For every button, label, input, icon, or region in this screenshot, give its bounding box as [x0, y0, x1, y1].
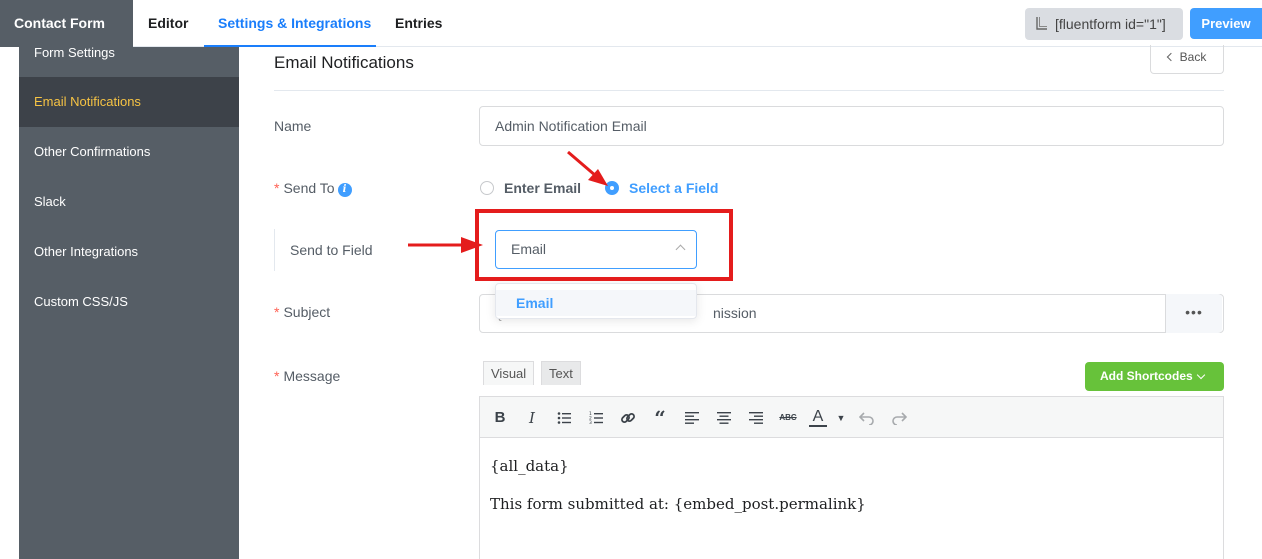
dropdown-option-email[interactable]: Email	[496, 290, 696, 316]
strikethrough-icon[interactable]: ABC	[777, 407, 799, 429]
info-icon[interactable]: i	[337, 183, 352, 197]
subject-label-text: Subject	[283, 304, 331, 320]
redo-icon[interactable]	[888, 407, 910, 429]
link-icon[interactable]	[617, 407, 639, 429]
message-editor[interactable]: B I 123 “ ABC A ▼ {all_data} This form s…	[479, 396, 1224, 559]
title-divider	[274, 90, 1224, 91]
send-to-label-text: Send To	[283, 180, 335, 196]
send-to-field-label: Send to Field	[290, 242, 373, 258]
subject-input-value: nission	[713, 305, 757, 321]
radio-select-field[interactable]: Select a Field	[605, 180, 718, 196]
chevron-down-icon	[1196, 370, 1206, 380]
radio-circle-icon	[480, 181, 494, 195]
required-marker: *	[274, 368, 280, 384]
editor-tab-visual[interactable]: Visual	[483, 361, 535, 385]
bullet-list-icon[interactable]	[553, 407, 575, 429]
undo-icon[interactable]	[856, 407, 878, 429]
add-shortcodes-label: Add Shortcodes	[1100, 369, 1193, 383]
bold-icon[interactable]: B	[489, 407, 511, 429]
send-to-field-select[interactable]: Email	[495, 230, 697, 269]
svg-text:3: 3	[589, 420, 592, 425]
radio-enter-email[interactable]: Enter Email	[480, 180, 581, 196]
radio-select-field-label: Select a Field	[629, 180, 719, 196]
sidebar-item-email-notifications[interactable]: Email Notifications	[19, 77, 239, 127]
add-shortcodes-button[interactable]: Add Shortcodes	[1085, 362, 1224, 391]
subject-label: * Subject	[274, 304, 330, 320]
sidebar-item-custom-css-js[interactable]: Custom CSS/JS	[19, 277, 239, 327]
align-center-icon[interactable]	[713, 407, 735, 429]
back-label: Back	[1179, 50, 1207, 64]
preview-button[interactable]: Preview	[1190, 8, 1262, 39]
shortcode-copy-button[interactable]: [fluentform id="1"]	[1025, 8, 1183, 40]
editor-toolbar: B I 123 “ ABC A ▼	[480, 397, 1223, 438]
message-label: * Message	[274, 368, 340, 384]
settings-sidebar: Form Settings Email Notifications Other …	[19, 45, 239, 559]
required-marker: *	[274, 180, 280, 196]
name-input-value: Admin Notification Email	[495, 118, 647, 134]
radio-checked-icon	[605, 181, 619, 195]
send-to-label: * Send To i	[274, 180, 352, 197]
send-to-field-value: Email	[511, 241, 547, 257]
sidebar-item-other-confirmations[interactable]: Other Confirmations	[19, 127, 239, 177]
chevron-left-icon	[1166, 52, 1175, 62]
message-label-text: Message	[283, 368, 341, 384]
main-panel: Email Notifications Back Name Admin Noti…	[239, 45, 1262, 559]
back-button[interactable]: Back	[1150, 45, 1224, 74]
left-gutter	[0, 47, 19, 559]
tab-entries[interactable]: Entries	[395, 0, 442, 47]
editor-content[interactable]: {all_data} This form submitted at: {embe…	[490, 457, 866, 533]
editor-line: This form submitted at: {embed_post.perm…	[490, 495, 866, 513]
text-color-icon[interactable]: A	[809, 407, 827, 427]
copy-icon	[1036, 17, 1047, 30]
blockquote-icon[interactable]: “	[649, 407, 671, 429]
sidebar-item-other-integrations[interactable]: Other Integrations	[19, 227, 239, 277]
required-marker: *	[274, 304, 280, 320]
align-right-icon[interactable]	[745, 407, 767, 429]
radio-enter-email-label: Enter Email	[504, 180, 582, 196]
sidebar-item-form-settings[interactable]: Form Settings	[19, 28, 239, 78]
name-label: Name	[274, 118, 312, 134]
page-title: Email Notifications	[274, 53, 414, 72]
editor-tab-text[interactable]: Text	[541, 361, 581, 385]
shortcode-text: [fluentform id="1"]	[1055, 16, 1166, 32]
subfield-indicator	[274, 229, 275, 271]
name-input[interactable]: Admin Notification Email	[479, 106, 1224, 146]
numbered-list-icon[interactable]: 123	[585, 407, 607, 429]
sidebar-item-slack[interactable]: Slack	[19, 177, 239, 227]
align-left-icon[interactable]	[681, 407, 703, 429]
subject-shortcode-more-button[interactable]: •••	[1165, 294, 1222, 333]
send-to-field-dropdown: Email	[495, 283, 697, 319]
caret-down-icon[interactable]: ▼	[830, 407, 852, 429]
italic-icon[interactable]: I	[521, 407, 543, 429]
chevron-up-icon	[675, 244, 686, 255]
editor-line: {all_data}	[490, 457, 569, 475]
